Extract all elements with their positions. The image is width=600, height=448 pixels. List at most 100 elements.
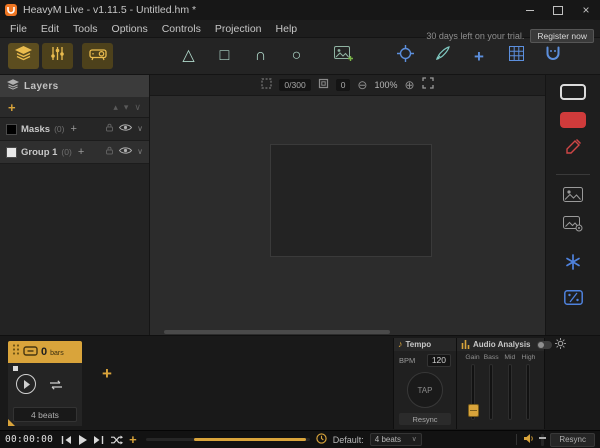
tap-tempo-button[interactable]: TAP: [407, 372, 443, 408]
layer-row-group1[interactable]: Group 1 (0) + ∨: [0, 141, 149, 164]
resync-button[interactable]: Resync: [550, 433, 595, 447]
sequencer-button[interactable]: [564, 290, 583, 310]
shuffle-button[interactable]: [110, 435, 123, 445]
sort-down-icon[interactable]: ▾: [124, 103, 129, 112]
projector-mode-button[interactable]: [82, 43, 113, 69]
mixer-mode-button[interactable]: [42, 43, 73, 69]
collapse-all-icon[interactable]: ∨: [134, 103, 141, 112]
gain-fader[interactable]: [471, 364, 475, 420]
mid-label: Mid: [504, 354, 515, 361]
mid-fader[interactable]: [508, 364, 512, 420]
add-point-tool-button[interactable]: +: [468, 48, 490, 65]
expand-chevron-icon[interactable]: ∨: [137, 125, 143, 133]
menu-file[interactable]: File: [3, 23, 34, 35]
menu-tools[interactable]: Tools: [66, 23, 105, 35]
play-button[interactable]: [78, 435, 87, 445]
sort-up-icon[interactable]: ▴: [113, 103, 118, 112]
timeline-scrollbar-thumb[interactable]: [194, 438, 306, 441]
audio-enable-toggle[interactable]: [537, 341, 552, 349]
default-duration-select[interactable]: 4 beats ∨: [370, 433, 422, 446]
register-button[interactable]: Register now: [530, 29, 594, 43]
sequence-duration-select[interactable]: 4 beats: [13, 407, 77, 422]
default-duration-label: Default:: [333, 435, 364, 445]
menu-help[interactable]: Help: [269, 23, 305, 35]
quad-tool-button[interactable]: □: [212, 48, 237, 64]
grid-tool-button[interactable]: [505, 46, 527, 66]
media-gear-icon: [563, 216, 583, 237]
draw-edit-button[interactable]: [564, 138, 582, 161]
menu-projection[interactable]: Projection: [208, 23, 269, 35]
maximize-button[interactable]: [544, 0, 572, 20]
output-stage-rect: [270, 144, 432, 257]
layer-color-swatch[interactable]: [6, 147, 17, 158]
faders-icon: [50, 46, 65, 66]
brush-tool-button[interactable]: [431, 46, 453, 66]
close-button[interactable]: ×: [572, 0, 600, 20]
canvas-horizontal-scrollbar[interactable]: [164, 330, 390, 334]
tempo-resync-button[interactable]: Resync: [399, 413, 451, 425]
visibility-eye-icon[interactable]: [119, 123, 132, 135]
skip-end-button[interactable]: [93, 435, 104, 445]
zoom-in-button[interactable]: ⊕: [405, 79, 415, 91]
layer-color-swatch[interactable]: [6, 124, 17, 135]
visibility-eye-icon[interactable]: [119, 146, 132, 158]
sequence-repeat-button[interactable]: [48, 378, 64, 396]
media-button[interactable]: [563, 187, 583, 207]
add-media-button[interactable]: [334, 46, 353, 66]
minimize-button[interactable]: [516, 0, 544, 20]
sequence-play-button[interactable]: [16, 374, 36, 394]
timeline-scrollbar[interactable]: [146, 438, 310, 441]
high-fader[interactable]: [526, 364, 530, 420]
sequence-resize-handle[interactable]: [8, 419, 15, 426]
add-group-button[interactable]: +: [8, 101, 16, 114]
title-bar: HeavyM Live - v1.11.5 - Untitled.hm * ×: [0, 0, 600, 20]
menu-options[interactable]: Options: [105, 23, 155, 35]
expand-chevron-icon[interactable]: ∨: [137, 148, 143, 156]
sequence-panel: 0 bars 4 beats: [8, 341, 82, 426]
skip-start-button[interactable]: [61, 435, 72, 445]
tool-buttons: +: [394, 38, 564, 74]
master-volume-fader[interactable]: [541, 434, 544, 446]
layers-panel: Layers + ▴ ▾ ∨ Masks (0) +: [0, 75, 150, 335]
triangle-tool-button[interactable]: △: [176, 48, 201, 64]
heavym-window: HeavyM Live - v1.11.5 - Untitled.hm * × …: [0, 0, 600, 448]
crosshair-tool-button[interactable]: [394, 45, 416, 67]
add-marker-button[interactable]: +: [129, 433, 137, 446]
add-sequence-button[interactable]: +: [102, 364, 112, 384]
media-settings-button[interactable]: [563, 216, 583, 237]
bass-fader[interactable]: [489, 364, 493, 420]
layers-mode-button[interactable]: [8, 43, 39, 69]
heavym-logo-icon: [545, 46, 561, 66]
lock-icon[interactable]: [105, 146, 114, 158]
projector-icon: [89, 47, 107, 66]
audio-header: Audio Analysis: [457, 338, 544, 351]
fill-style-button[interactable]: [560, 112, 586, 128]
heavym-tool-button[interactable]: [542, 46, 564, 66]
sequence-loop-icon: [23, 343, 38, 361]
sequence-body: 4 beats: [8, 363, 82, 426]
add-face-button[interactable]: +: [78, 147, 84, 158]
canvas-column: 0/300 0 ⊖ 100% ⊕: [150, 75, 545, 335]
bpm-value-field[interactable]: 120: [427, 354, 451, 367]
mapping-canvas[interactable]: [150, 96, 545, 335]
plus-icon: +: [474, 48, 484, 65]
layer-row-masks[interactable]: Masks (0) + ∨: [0, 118, 149, 141]
circle-icon: ○: [292, 47, 302, 64]
zoom-fit-button[interactable]: [422, 76, 434, 94]
layer-name: Masks: [21, 124, 50, 135]
lock-icon[interactable]: [105, 123, 114, 135]
circle-tool-button[interactable]: ○: [284, 48, 309, 64]
gain-fader-handle[interactable]: [468, 404, 479, 417]
add-face-button[interactable]: +: [70, 124, 76, 135]
audio-settings-gear-icon[interactable]: [555, 336, 566, 354]
selection-count-badge: 0: [336, 79, 351, 91]
zoom-out-button[interactable]: ⊖: [357, 79, 367, 91]
outline-style-button[interactable]: [560, 84, 586, 100]
menu-edit[interactable]: Edit: [34, 23, 66, 35]
effects-button[interactable]: [565, 254, 581, 275]
arch-tool-button[interactable]: ∩: [248, 48, 273, 64]
menu-controls[interactable]: Controls: [155, 23, 208, 35]
speaker-icon[interactable]: [523, 431, 535, 448]
sequence-header[interactable]: 0 bars: [8, 341, 82, 363]
default-duration-value: 4 beats: [375, 435, 401, 444]
